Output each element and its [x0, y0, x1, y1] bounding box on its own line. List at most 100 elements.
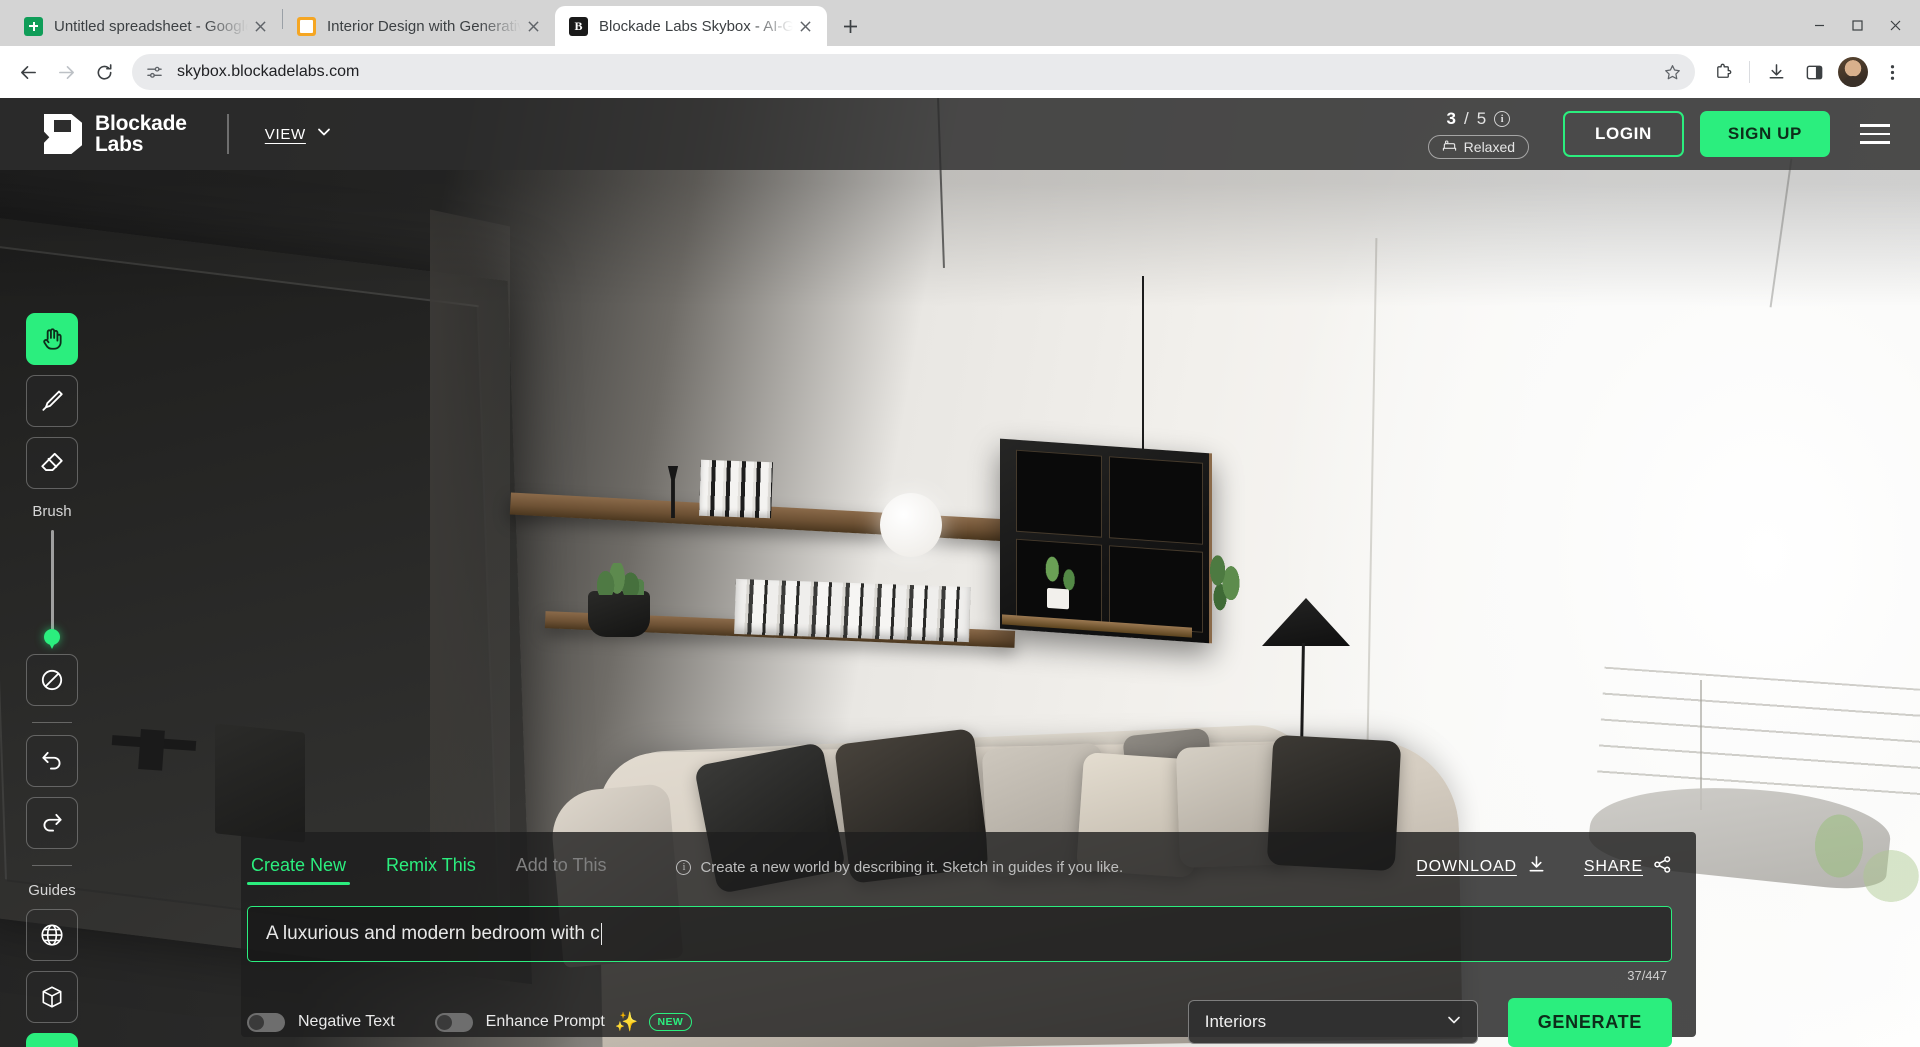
skybox-app: Blockade Labs VIEW 3/5 i Relaxed — [0, 98, 1920, 1047]
generate-button[interactable]: GENERATE — [1508, 998, 1672, 1047]
credits-total: 5 — [1477, 109, 1486, 129]
sheets-icon — [24, 17, 43, 36]
toolbar-divider — [1749, 61, 1750, 83]
dark-cabinet — [215, 723, 305, 842]
credits-used: 3 — [1447, 109, 1456, 129]
relaxed-mode-icon — [1442, 139, 1457, 155]
brand-name: Blockade Labs — [95, 113, 187, 156]
close-icon[interactable] — [793, 14, 817, 38]
downloads-icon[interactable] — [1758, 54, 1794, 90]
browser-tab-2[interactable]: Interior Design with Generative AI — [283, 6, 555, 46]
prompt-hint-text: Create a new world by describing it. Ske… — [700, 859, 1123, 876]
pan-hand-tool[interactable] — [26, 313, 78, 365]
extensions-icon[interactable] — [1705, 54, 1741, 90]
header-divider — [227, 114, 229, 154]
hamburger-menu-icon[interactable] — [1856, 120, 1894, 148]
brush-size-slider-handle[interactable] — [44, 629, 60, 645]
guide-cube-icon[interactable] — [26, 971, 78, 1023]
back-icon[interactable] — [10, 54, 46, 90]
hanging-plant — [1205, 553, 1247, 611]
chevron-down-icon — [317, 125, 331, 143]
blockade-icon: B — [569, 17, 588, 36]
prompt-options-row: Negative Text Enhance Prompt ✨ NEW Inter… — [247, 996, 1672, 1047]
guide-sphere-icon[interactable] — [26, 909, 78, 961]
tab-create-new[interactable]: Create New — [247, 855, 350, 889]
forward-icon[interactable] — [48, 54, 84, 90]
browser-tab-1[interactable]: Untitled spreadsheet - Google Sheets — [10, 6, 282, 46]
url-text[interactable]: skybox.blockadelabs.com — [177, 63, 1657, 81]
view-dropdown[interactable]: VIEW — [265, 125, 331, 143]
style-select-value: Interiors — [1205, 1012, 1266, 1032]
share-button[interactable]: SHARE — [1584, 855, 1672, 889]
sparkles-icon: ✨ — [615, 1010, 639, 1034]
tune-icon[interactable] — [146, 64, 163, 81]
character-counter: 37/447 — [1627, 968, 1667, 983]
maximize-icon[interactable] — [1838, 8, 1876, 42]
more-menu-icon[interactable] — [1874, 54, 1910, 90]
new-tab-button[interactable] — [833, 9, 867, 43]
browser-tab-3-active[interactable]: B Blockade Labs Skybox - AI-Generated 36… — [555, 6, 827, 46]
brand-line-2: Labs — [95, 134, 187, 155]
blockade-labs-logo[interactable]: Blockade Labs — [44, 113, 187, 156]
rail-divider-2 — [32, 865, 72, 866]
status-badge-label: Relaxed — [1464, 139, 1515, 155]
enhance-prompt-label: Enhance Prompt — [486, 1013, 605, 1031]
prompt-panel: Create New Remix This Add to This i Crea… — [241, 832, 1696, 1037]
tab-title: Blockade Labs Skybox - AI-Generated 360 — [599, 18, 793, 35]
brush-size-slider[interactable] — [51, 530, 54, 638]
shelf-cell — [1016, 450, 1102, 537]
tab-title: Interior Design with Generative AI — [327, 18, 521, 35]
profile-avatar[interactable] — [1838, 57, 1868, 87]
info-icon: i — [676, 860, 691, 875]
eraser-tool[interactable] — [26, 437, 78, 489]
status-badge[interactable]: Relaxed — [1428, 135, 1529, 159]
tab-strip: Untitled spreadsheet - Google Sheets Int… — [0, 0, 1920, 46]
tab-remix-this[interactable]: Remix This — [382, 855, 480, 889]
undo-icon[interactable] — [26, 735, 78, 787]
download-label: DOWNLOAD — [1416, 858, 1517, 876]
enhance-prompt-toggle[interactable] — [435, 1013, 473, 1032]
tab-title: Untitled spreadsheet - Google Sheets — [54, 18, 248, 35]
globe-pendant-lamp — [880, 493, 942, 557]
books-lower-shelf — [734, 579, 971, 642]
brush-size-label: Brush — [32, 503, 71, 520]
redo-icon[interactable] — [26, 797, 78, 849]
guide-image-icon[interactable] — [26, 1033, 78, 1047]
black-wall-shelving-unit — [1000, 439, 1212, 644]
shelf-cell — [1109, 456, 1203, 544]
prompt-input[interactable]: A luxurious and modern bedroom with c 37… — [247, 906, 1672, 962]
negative-text-toggle[interactable] — [247, 1013, 285, 1032]
share-icon — [1653, 855, 1672, 879]
shelf-cell — [1109, 545, 1203, 633]
browser-chrome: Untitled spreadsheet - Google Sheets Int… — [0, 0, 1920, 98]
star-icon[interactable] — [1657, 57, 1687, 87]
minimize-icon[interactable] — [1800, 8, 1838, 42]
close-window-icon[interactable] — [1876, 8, 1914, 42]
side-panel-icon[interactable] — [1796, 54, 1832, 90]
reload-icon[interactable] — [86, 54, 122, 90]
clear-sketch-tool[interactable] — [26, 654, 78, 706]
brush-tool[interactable] — [26, 375, 78, 427]
signup-button[interactable]: SIGN UP — [1700, 111, 1830, 157]
window-controls — [1800, 8, 1914, 42]
login-button[interactable]: LOGIN — [1563, 111, 1684, 157]
shelf-cell-plant — [1016, 538, 1102, 625]
style-select[interactable]: Interiors — [1188, 1000, 1478, 1044]
succulent-plant — [596, 563, 644, 595]
share-label: SHARE — [1584, 858, 1643, 876]
text-caret — [601, 923, 603, 945]
view-label: VIEW — [265, 126, 306, 143]
black-plant-pot — [588, 591, 650, 637]
address-bar[interactable]: skybox.blockadelabs.com — [132, 54, 1695, 90]
new-badge: NEW — [649, 1013, 693, 1031]
chevron-down-icon — [1447, 1012, 1461, 1032]
download-button[interactable]: DOWNLOAD — [1416, 855, 1546, 889]
brand-line-1: Blockade — [95, 113, 187, 134]
balcony-railing — [1596, 667, 1920, 810]
tool-rail: Brush Guides — [22, 313, 82, 1047]
outdoor-greenery — [1800, 798, 1920, 918]
close-icon[interactable] — [248, 14, 272, 38]
close-icon[interactable] — [521, 14, 545, 38]
shelving-compartments — [1016, 450, 1203, 633]
info-icon[interactable]: i — [1494, 111, 1510, 127]
